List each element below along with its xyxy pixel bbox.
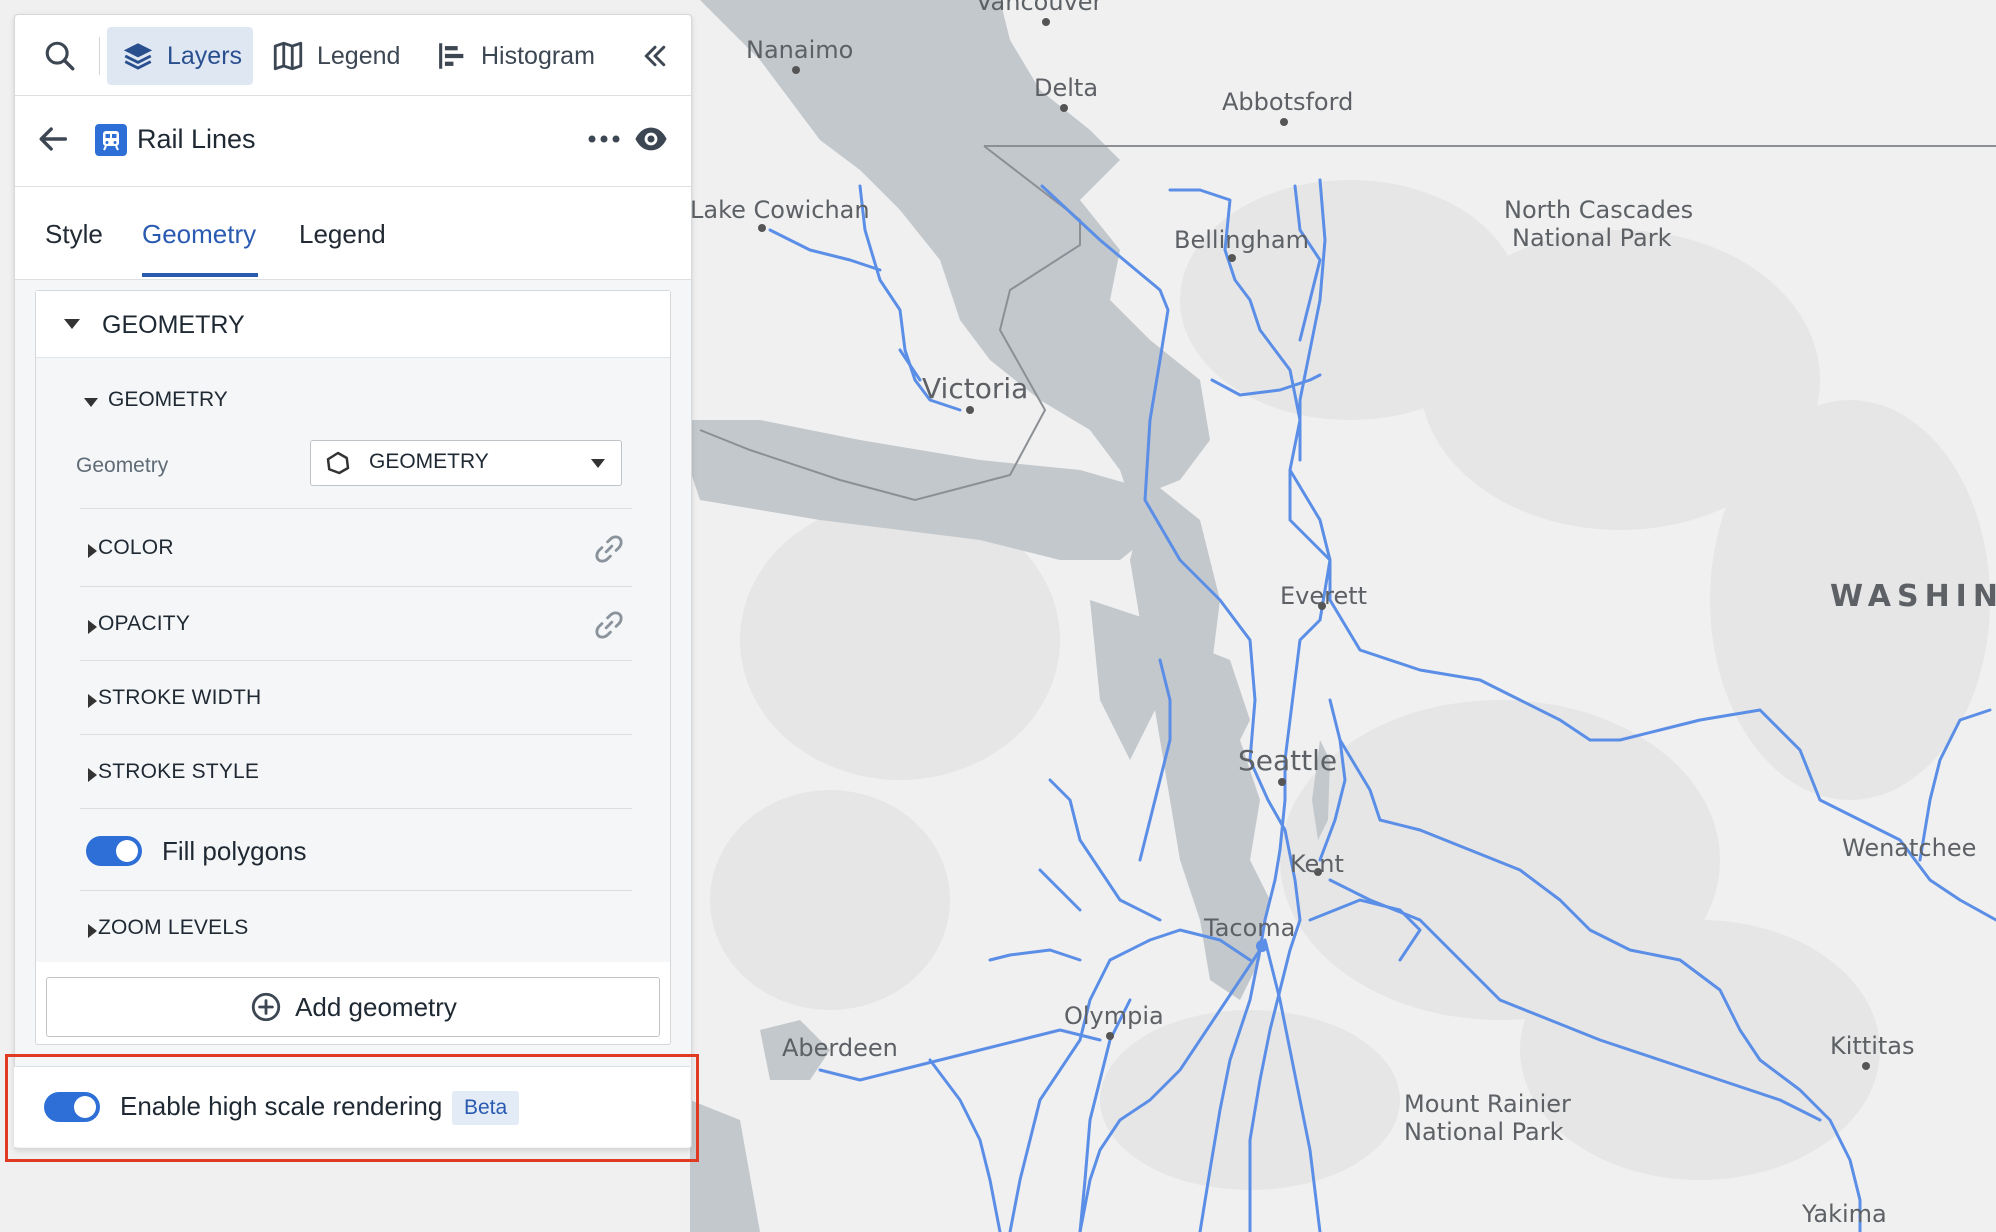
tab-histogram-label: Histogram <box>481 41 595 70</box>
label-everett: Everett <box>1280 582 1367 610</box>
label-abbotsford: Abbotsford <box>1222 88 1353 116</box>
caret-right-icon <box>88 924 97 938</box>
row-divider <box>80 508 632 509</box>
add-geometry-label: Add geometry <box>295 991 457 1022</box>
link-icon[interactable] <box>592 532 626 566</box>
highlight-box <box>5 1054 699 1162</box>
label-seattle: Seattle <box>1238 744 1337 777</box>
label-north-cascades: North Cascades <box>1504 196 1693 224</box>
toggle-knob <box>116 840 138 862</box>
collapse-panel-button[interactable] <box>635 27 675 85</box>
fill-polygons-toggle[interactable] <box>86 836 142 866</box>
row-stroke-width[interactable]: STROKE WIDTH <box>98 686 261 710</box>
label-yakima: Yakima <box>1801 1200 1887 1228</box>
more-options-button[interactable] <box>585 122 623 161</box>
back-button[interactable] <box>37 122 71 161</box>
row-stroke-style[interactable]: STROKE STYLE <box>98 760 259 784</box>
row-divider <box>80 586 632 587</box>
geometry-section-header[interactable]: GEOMETRY <box>36 291 670 358</box>
row-divider <box>80 808 632 809</box>
train-icon <box>95 124 127 156</box>
search-icon <box>45 41 75 71</box>
caret-right-icon <box>88 544 97 558</box>
tab-style[interactable]: Style <box>45 219 103 250</box>
geometry-subsection-title[interactable]: GEOMETRY <box>108 388 228 412</box>
fill-polygons-label: Fill polygons <box>162 836 307 866</box>
label-north-cascades-np: National Park <box>1512 224 1672 252</box>
label-nanaimo: Nanaimo <box>746 36 853 64</box>
map-legend-icon <box>273 41 303 71</box>
caret-down-icon <box>64 319 80 329</box>
caret-right-icon <box>88 768 97 782</box>
label-tacoma: Tacoma <box>1203 914 1295 942</box>
label-delta: Delta <box>1034 74 1098 102</box>
geometry-card: GEOMETRY GEOMETRY Geometry GEOMETRY COLO… <box>35 290 671 1045</box>
visibility-toggle[interactable] <box>633 122 669 161</box>
add-circle-icon <box>251 992 281 1022</box>
panel-toolbar: Layers Legend Histogram <box>15 15 691 96</box>
layer-tabs: Style Geometry Legend <box>15 187 691 280</box>
histogram-icon <box>439 43 464 69</box>
eye-icon <box>635 127 667 151</box>
polygon-icon <box>326 451 350 475</box>
layer-header: Rail Lines <box>15 96 691 187</box>
caret-right-icon <box>88 694 97 708</box>
label-kent: Kent <box>1290 850 1344 878</box>
double-chevron-left-icon <box>644 45 666 67</box>
toolbar-divider <box>99 37 100 75</box>
geometry-field-label: Geometry <box>76 454 169 477</box>
arrow-left-icon <box>39 127 68 151</box>
tab-histogram[interactable]: Histogram <box>435 27 615 85</box>
layers-panel: Layers Legend Histogram Rail Lines Style… <box>14 14 692 1149</box>
label-mount-rainier: Mount Rainier <box>1404 1090 1571 1118</box>
tab-layers[interactable]: Layers <box>107 27 253 85</box>
caret-down-icon <box>591 459 605 468</box>
tab-layers-label: Layers <box>167 41 243 70</box>
geometry-section-body: GEOMETRY Geometry GEOMETRY COLOR OPACITY… <box>36 358 670 962</box>
label-aberdeen: Aberdeen <box>782 1034 898 1062</box>
label-olympia: Olympia <box>1064 1002 1164 1030</box>
geometry-select[interactable]: GEOMETRY <box>310 440 622 486</box>
row-color[interactable]: COLOR <box>98 536 174 560</box>
label-victoria: Victoria <box>922 372 1028 405</box>
tab-legend-layer[interactable]: Legend <box>299 219 386 250</box>
link-icon[interactable] <box>592 608 626 642</box>
geometry-select-value: GEOMETRY <box>369 450 489 473</box>
label-wenatchee: Wenatchee <box>1842 834 1976 862</box>
label-washington: WASHIN <box>1830 579 1996 614</box>
row-zoom-levels[interactable]: ZOOM LEVELS <box>98 916 248 940</box>
caret-down-icon <box>84 398 98 407</box>
row-divider <box>80 660 632 661</box>
tab-legend[interactable]: Legend <box>271 27 401 85</box>
label-lake-cowichan: Lake Cowichan <box>690 196 870 224</box>
search-button[interactable] <box>35 27 85 85</box>
label-kittitas: Kittitas <box>1830 1032 1915 1060</box>
add-geometry-button[interactable]: Add geometry <box>46 977 660 1037</box>
layers-icon <box>123 43 153 70</box>
row-divider <box>80 734 632 735</box>
caret-right-icon <box>88 620 97 634</box>
tab-legend-label: Legend <box>317 41 401 70</box>
row-opacity[interactable]: OPACITY <box>98 612 190 636</box>
tab-geometry[interactable]: Geometry <box>142 219 256 250</box>
label-mount-rainier-np: National Park <box>1404 1118 1564 1146</box>
label-bellingham: Bellingham <box>1174 226 1309 254</box>
more-horizontal-icon <box>588 135 620 143</box>
layer-title: Rail Lines <box>137 124 256 154</box>
geometry-section-title: GEOMETRY <box>102 311 245 339</box>
label-vancouver: Vancouver <box>976 0 1103 16</box>
active-tab-indicator <box>142 273 258 277</box>
row-divider <box>80 890 632 891</box>
